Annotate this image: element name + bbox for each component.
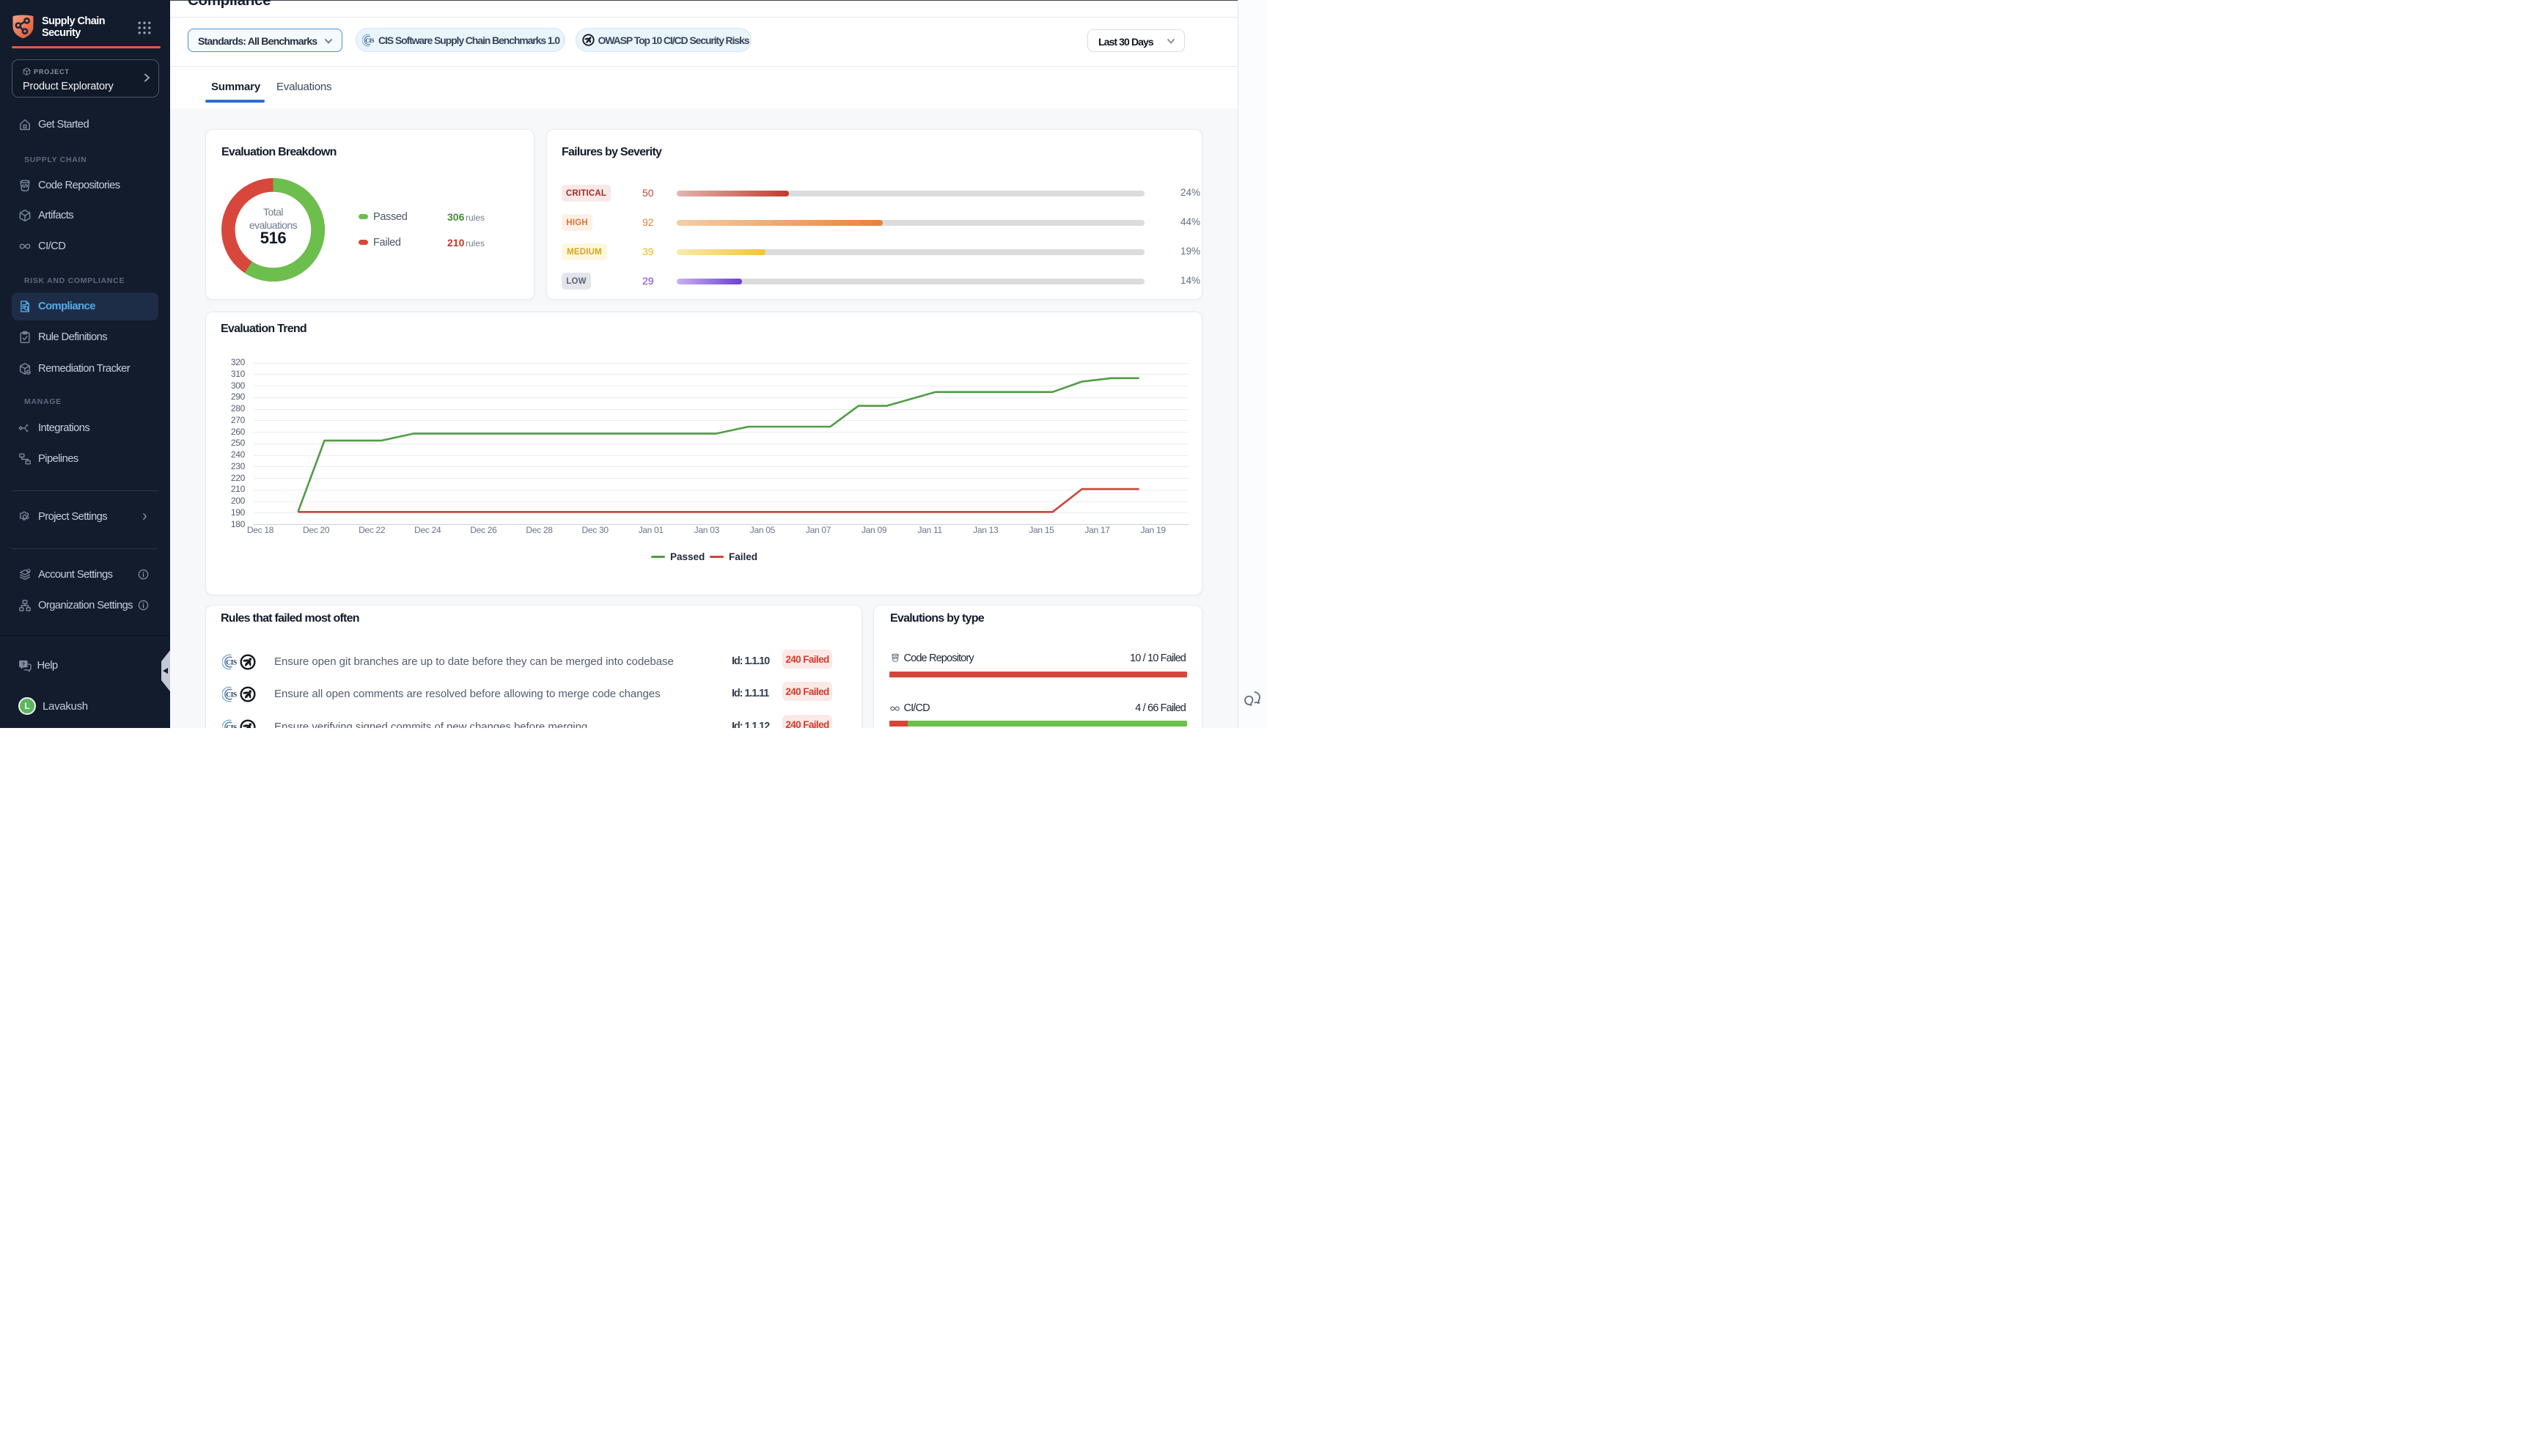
svg-text:CIS: CIS — [226, 659, 237, 667]
svg-text:CIS: CIS — [365, 37, 375, 44]
svg-text:CIS: CIS — [226, 724, 237, 728]
svg-text:CIS: CIS — [226, 691, 237, 699]
svg-text:?: ? — [21, 661, 25, 667]
